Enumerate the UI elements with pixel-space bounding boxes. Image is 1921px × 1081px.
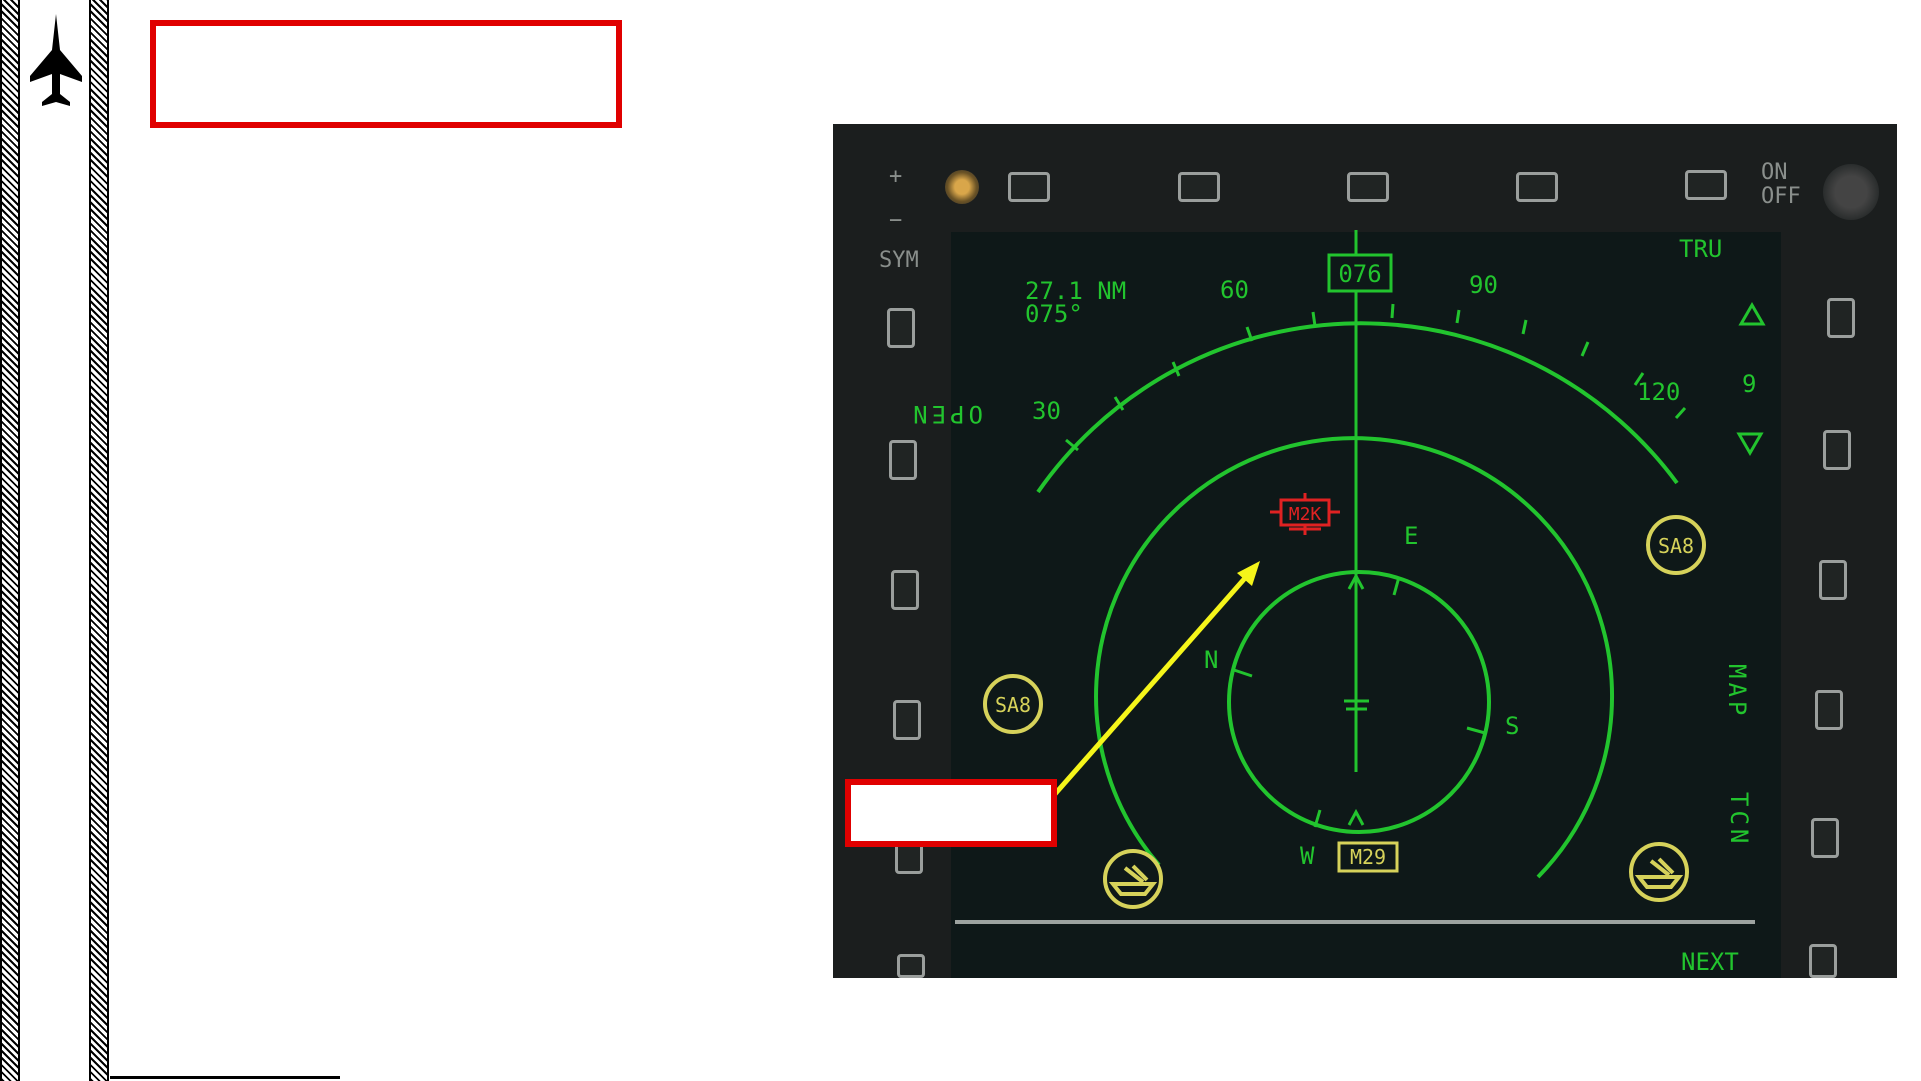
rose-label-s: S — [1505, 712, 1519, 740]
compass-label-60: 60 — [1220, 276, 1249, 304]
threat-sa8-right-label: SA8 — [1658, 534, 1694, 558]
threat-sa8-left-label: SA8 — [995, 693, 1031, 717]
mode-label[interactable]: TRU — [1679, 235, 1722, 263]
compass-label-120: 120 — [1637, 378, 1680, 406]
map-label[interactable]: MAP — [1723, 664, 1751, 719]
contact-m29[interactable]: M29 — [1337, 841, 1399, 873]
heading-value: 076 — [1338, 260, 1381, 288]
next-label[interactable]: NEXT — [1681, 948, 1739, 976]
tcn-label[interactable]: TCN — [1725, 792, 1753, 847]
open-label[interactable]: OPEN — [909, 400, 983, 428]
rose-label-e: E — [1404, 522, 1418, 550]
mfd-display: + − SYM ON OFF 076 27.1 NM 075° TRU 30 6… — [833, 124, 1897, 978]
rose-label-w: W — [1300, 842, 1315, 870]
mfd-screen: 076 27.1 NM 075° TRU 30 60 90 120 N E S … — [909, 230, 1781, 978]
contact-m29-label: M29 — [1350, 845, 1386, 869]
callout-box-top — [150, 20, 622, 128]
screen-divider — [955, 920, 1755, 924]
range-scale-value: 9 — [1742, 370, 1756, 398]
contact-m2k-label: M2K — [1289, 504, 1322, 525]
compass-label-90: 90 — [1469, 271, 1498, 299]
rose-label-n: N — [1204, 646, 1218, 674]
bearing-readout: 075° — [1025, 300, 1083, 328]
left-rail-inner — [89, 0, 109, 1081]
jet-icon — [30, 14, 82, 106]
left-rail-outer — [0, 0, 20, 1081]
bottom-rule — [110, 1076, 340, 1079]
callout-box-screen — [845, 779, 1057, 847]
compass-label-30: 30 — [1032, 397, 1061, 425]
